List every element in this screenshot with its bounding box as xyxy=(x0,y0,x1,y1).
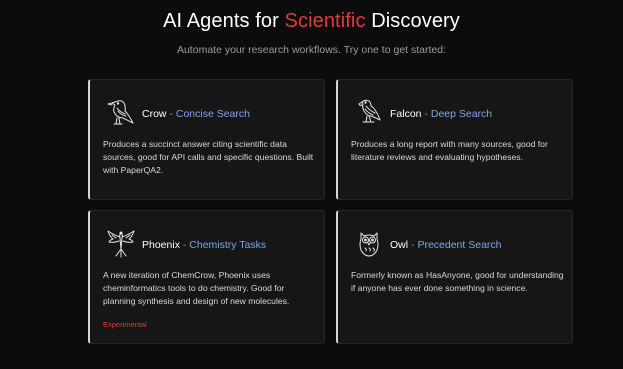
owl-icon xyxy=(354,227,384,259)
agent-mode: Chemistry Tasks xyxy=(189,239,267,251)
agent-description: Produces a succinct answer citing scient… xyxy=(103,139,314,175)
agent-mode: Concise Search xyxy=(175,108,250,120)
crow-icon xyxy=(106,96,136,128)
agent-separator: - xyxy=(166,108,176,120)
page-subtitle: Automate your research workflows. Try on… xyxy=(176,44,447,56)
page-title-prefix: AI Agents for xyxy=(163,10,285,32)
agent-description: Formerly known as HasAnyone, good for un… xyxy=(351,270,564,293)
agent-card-crow[interactable]: Crow - Concise Search Produces a succinc… xyxy=(88,79,325,200)
agent-mode: Precedent Search xyxy=(417,239,502,251)
agent-separator: - xyxy=(421,108,431,120)
agent-title-crow: Crow - Concise Search xyxy=(142,108,250,120)
page-title-accent: Scientific xyxy=(284,10,366,32)
agent-name: Crow xyxy=(142,108,167,120)
agent-card-owl[interactable]: Owl - Precedent Search Formerly known as… xyxy=(336,210,573,344)
page-title-suffix: Discovery xyxy=(365,10,460,32)
agent-name: Owl xyxy=(390,239,409,251)
agent-name: Phoenix xyxy=(142,239,180,251)
page-title: AI Agents for Scientific Discovery xyxy=(0,10,623,33)
agent-title-owl: Owl - Precedent Search xyxy=(390,239,502,251)
experimental-badge: Experimental xyxy=(103,320,147,329)
agent-separator: - xyxy=(179,239,190,251)
agent-mode: Deep Search xyxy=(430,108,493,120)
agent-title-falcon: Falcon - Deep Search xyxy=(390,108,492,120)
phoenix-icon xyxy=(106,227,136,259)
agent-card-falcon[interactable]: Falcon - Deep Search Produces a long rep… xyxy=(336,79,573,200)
agent-title-phoenix: Phoenix - Chemistry Tasks xyxy=(142,239,266,251)
agent-card-phoenix[interactable]: Phoenix - Chemistry Tasks A new iteratio… xyxy=(88,210,325,344)
agent-grid: Crow - Concise Search Produces a succinc… xyxy=(88,79,573,344)
agent-description: Produces a long report with many sources… xyxy=(351,139,548,162)
falcon-icon xyxy=(354,96,384,128)
agent-name: Falcon xyxy=(390,108,422,120)
agent-description: A new iteration of ChemCrow, Phoenix use… xyxy=(103,270,290,306)
